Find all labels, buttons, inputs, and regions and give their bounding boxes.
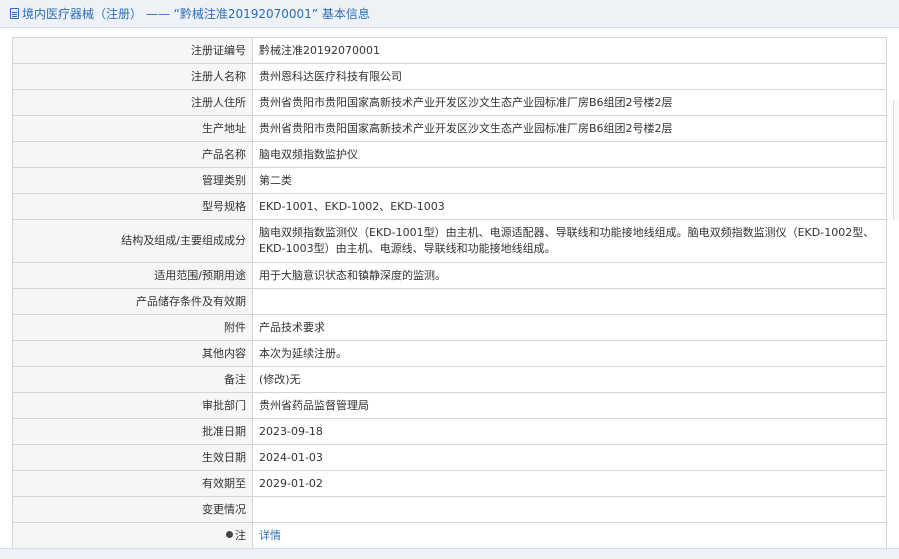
table-row: 变更情况 (12, 496, 887, 523)
table-row: 管理类别 第二类 (12, 167, 887, 194)
table-row: 批准日期 2023-09-18 (12, 418, 887, 445)
document-icon (10, 8, 19, 19)
details-link[interactable]: 详情 (259, 529, 281, 542)
table-row: 生效日期 2024-01-03 (12, 444, 887, 471)
label-model-spec: 型号规格 (12, 193, 253, 220)
label-other-content: 其他内容 (12, 340, 253, 367)
value-production-address: 贵州省贵阳市贵阳国家高新技术产业开发区沙文生态产业园标准厂房B6组团2号楼2层 (252, 115, 887, 142)
value-product-name: 脑电双频指数监护仪 (252, 141, 887, 168)
page-title: 境内医疗器械（注册） —— “黔械注准20192070001” 基本信息 (22, 7, 370, 21)
scrollbar[interactable] (893, 100, 899, 220)
value-approval-date: 2023-09-18 (252, 418, 887, 445)
table-row: 审批部门 贵州省药品监督管理局 (12, 392, 887, 419)
table-row: 注册证编号 黔械注准20192070001 (12, 37, 887, 64)
value-remarks: (修改)无 (252, 366, 887, 393)
page-header: 境内医疗器械（注册） —— “黔械注准20192070001” 基本信息 (0, 0, 899, 28)
table-row: 产品储存条件及有效期 (12, 288, 887, 315)
bottom-bar (0, 548, 899, 559)
value-registration-number: 黔械注准20192070001 (252, 37, 887, 64)
label-attachment: 附件 (12, 314, 253, 341)
label-approval-date: 批准日期 (12, 418, 253, 445)
label-registrant-name: 注册人名称 (12, 63, 253, 90)
table-row: 注册人名称 贵州恩科达医疗科技有限公司 (12, 63, 887, 90)
label-effective-date: 生效日期 (12, 444, 253, 471)
detail-table-container: 注册证编号 黔械注准20192070001 注册人名称 贵州恩科达医疗科技有限公… (12, 37, 887, 549)
table-row: 有效期至 2029-01-02 (12, 470, 887, 497)
label-structure-composition: 结构及组成/主要组成成分 (12, 219, 253, 263)
value-note: 详情 (252, 522, 887, 549)
value-registrant-name: 贵州恩科达医疗科技有限公司 (252, 63, 887, 90)
value-structure-composition: 脑电双频指数监测仪（EKD-1001型）由主机、电源适配器、导联线和功能接地线组… (252, 219, 887, 263)
table-row: 产品名称 脑电双频指数监护仪 (12, 141, 887, 168)
value-storage-validity (252, 288, 887, 315)
table-row: 其他内容 本次为延续注册。 (12, 340, 887, 367)
detail-table: 注册证编号 黔械注准20192070001 注册人名称 贵州恩科达医疗科技有限公… (12, 37, 887, 549)
table-row: 适用范围/预期用途 用于大脑意识状态和镇静深度的监测。 (12, 262, 887, 289)
note-label-text: 注 (235, 528, 246, 542)
value-model-spec: EKD-1001、EKD-1002、EKD-1003 (252, 193, 887, 220)
label-storage-validity: 产品储存条件及有效期 (12, 288, 253, 315)
table-row: 备注 (修改)无 (12, 366, 887, 393)
value-effective-date: 2024-01-03 (252, 444, 887, 471)
value-other-content: 本次为延续注册。 (252, 340, 887, 367)
value-intended-use: 用于大脑意识状态和镇静深度的监测。 (252, 262, 887, 289)
value-attachment: 产品技术要求 (252, 314, 887, 341)
value-management-class: 第二类 (252, 167, 887, 194)
value-approval-authority: 贵州省药品监督管理局 (252, 392, 887, 419)
table-row: 注 详情 (12, 522, 887, 549)
value-change-history (252, 496, 887, 523)
label-product-name: 产品名称 (12, 141, 253, 168)
label-approval-authority: 审批部门 (12, 392, 253, 419)
label-registrant-address: 注册人住所 (12, 89, 253, 116)
label-remarks: 备注 (12, 366, 253, 393)
label-management-class: 管理类别 (12, 167, 253, 194)
label-production-address: 生产地址 (12, 115, 253, 142)
label-intended-use: 适用范围/预期用途 (12, 262, 253, 289)
table-row: 型号规格 EKD-1001、EKD-1002、EKD-1003 (12, 193, 887, 220)
pin-icon (226, 531, 233, 538)
label-registration-number: 注册证编号 (12, 37, 253, 64)
value-valid-until: 2029-01-02 (252, 470, 887, 497)
value-registrant-address: 贵州省贵阳市贵阳国家高新技术产业开发区沙文生态产业园标准厂房B6组团2号楼2层 (252, 89, 887, 116)
table-row: 结构及组成/主要组成成分 脑电双频指数监测仪（EKD-1001型）由主机、电源适… (12, 219, 887, 263)
table-row: 附件 产品技术要求 (12, 314, 887, 341)
table-row: 生产地址 贵州省贵阳市贵阳国家高新技术产业开发区沙文生态产业园标准厂房B6组团2… (12, 115, 887, 142)
label-change-history: 变更情况 (12, 496, 253, 523)
label-valid-until: 有效期至 (12, 470, 253, 497)
label-note: 注 (12, 522, 253, 549)
table-row: 注册人住所 贵州省贵阳市贵阳国家高新技术产业开发区沙文生态产业园标准厂房B6组团… (12, 89, 887, 116)
